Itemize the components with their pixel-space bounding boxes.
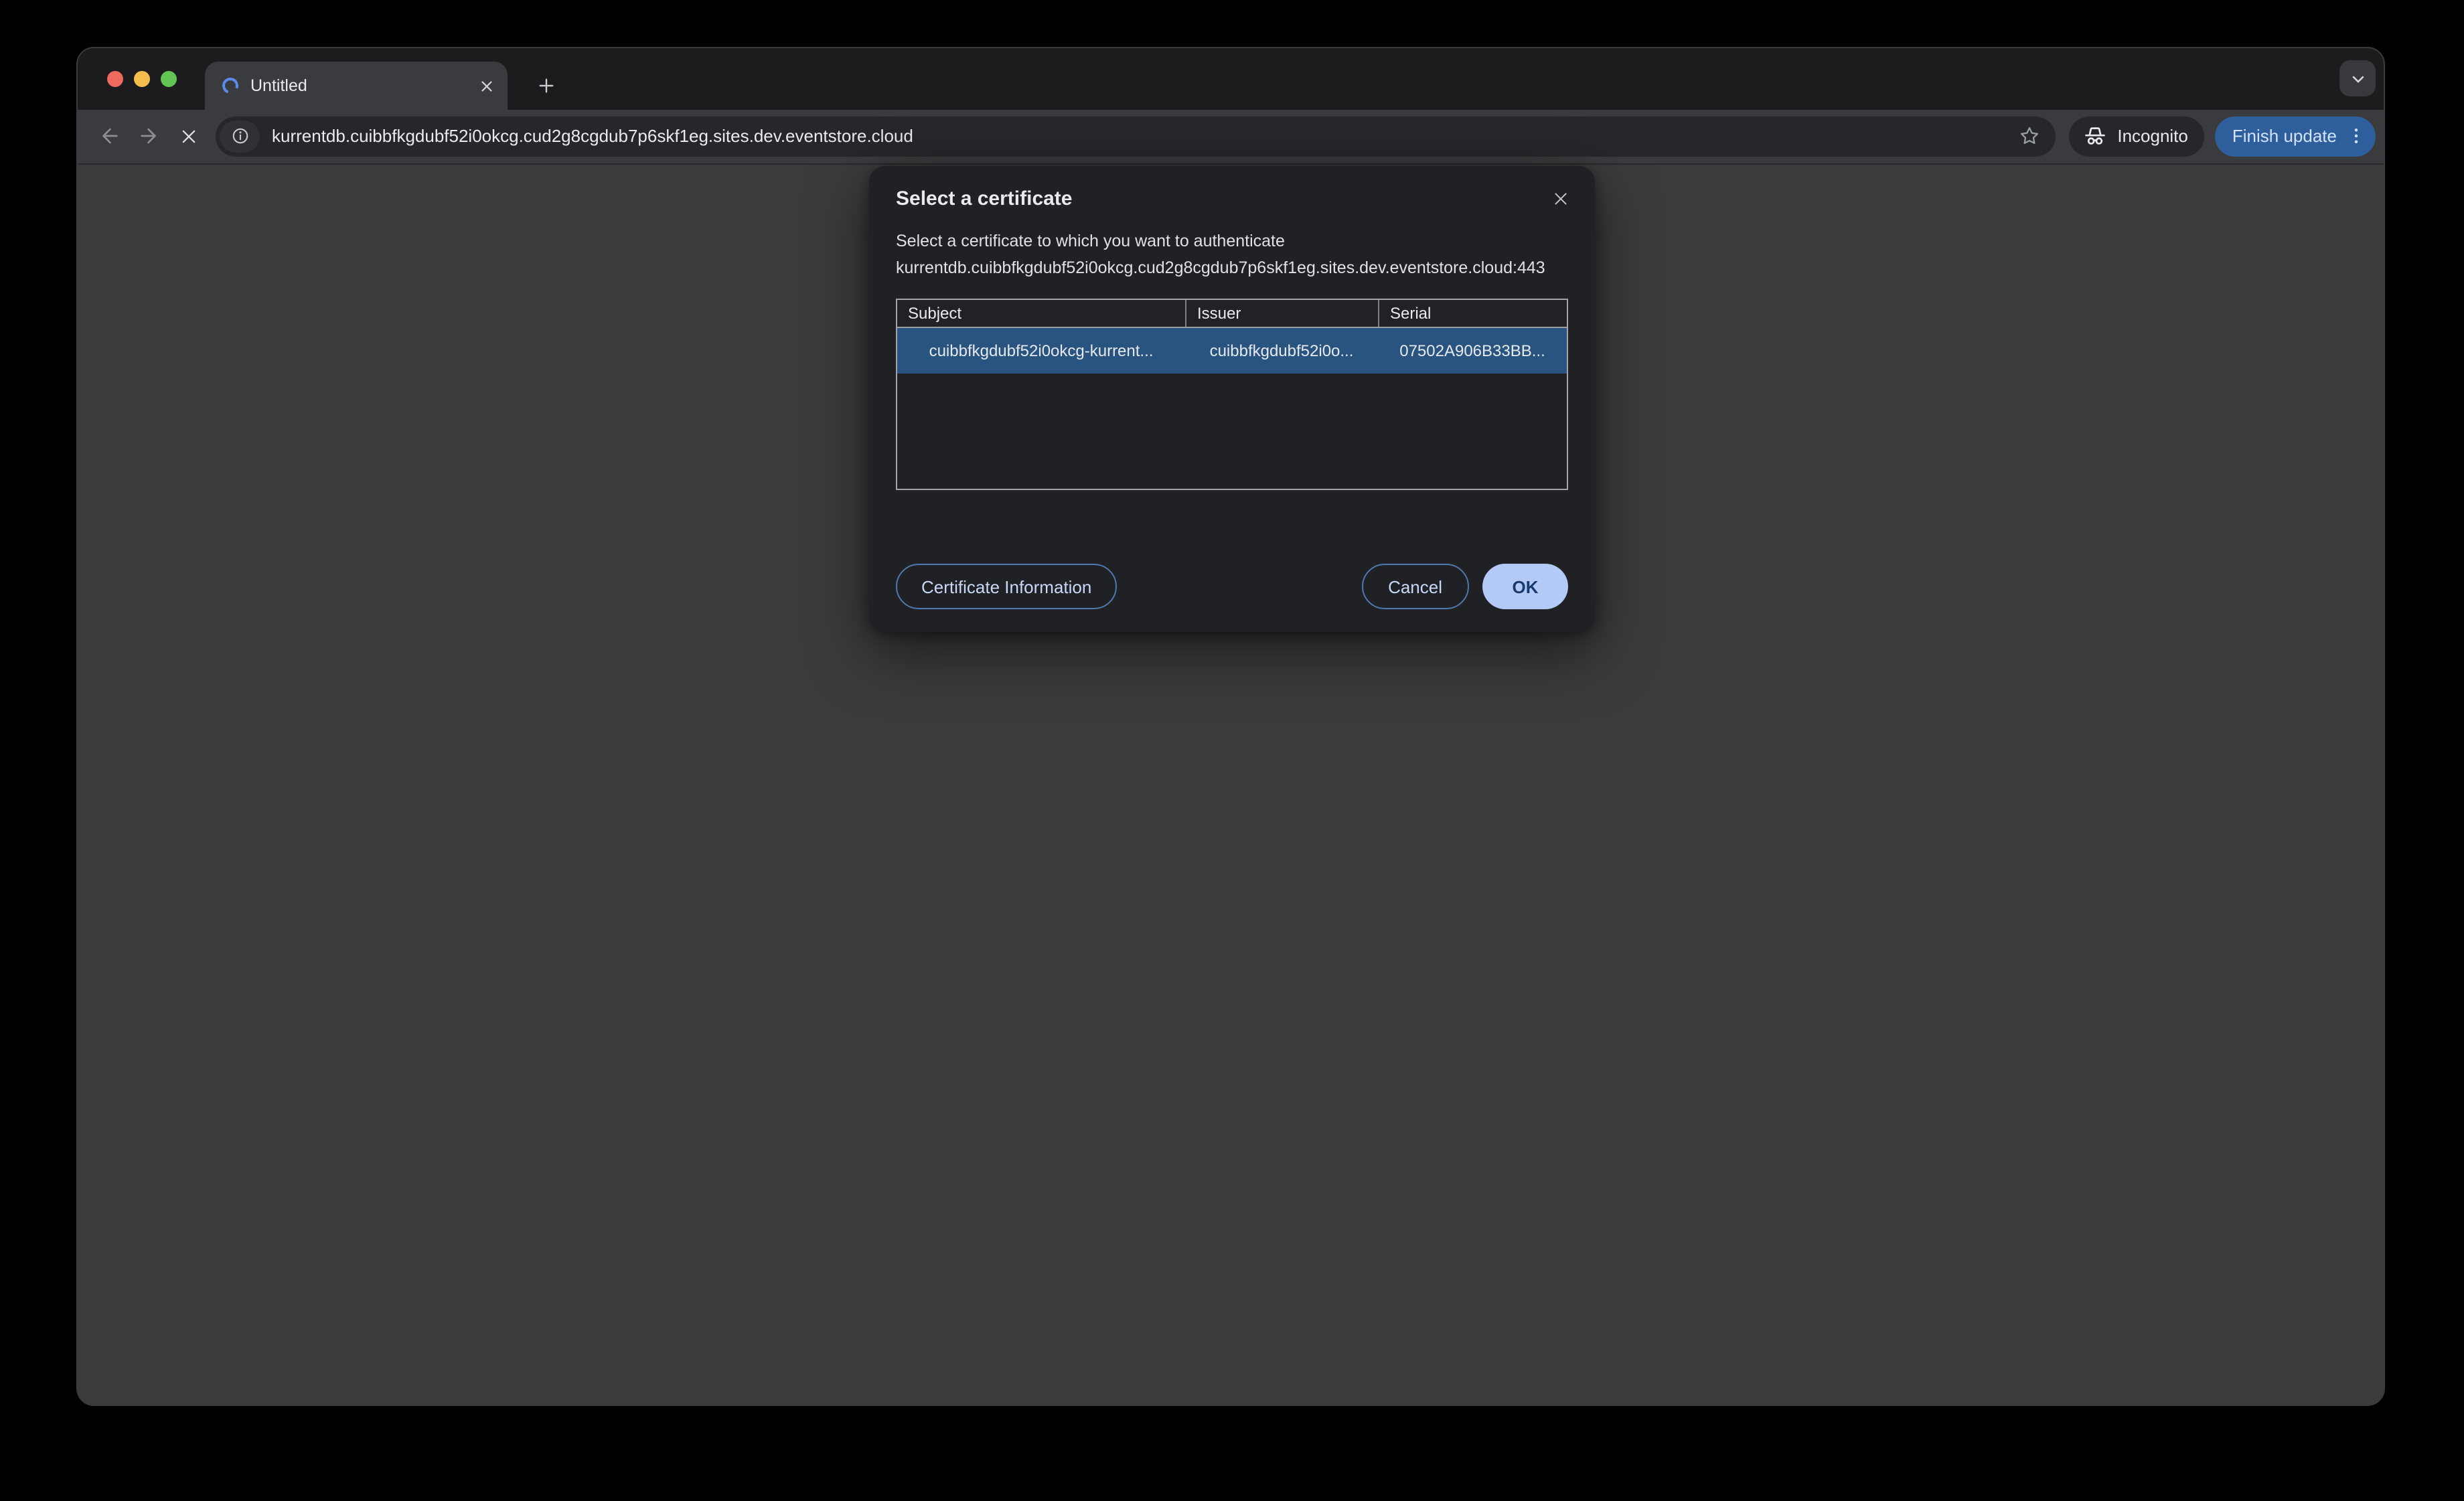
window-controls	[107, 48, 177, 110]
bookmark-star-icon[interactable]	[2014, 121, 2044, 151]
dialog-header: Select a certificate	[896, 187, 1568, 212]
url-text[interactable]: kurrentdb.cuibbfkgdubf52i0okcg.cud2g8cgd…	[272, 126, 2014, 146]
incognito-badge: Incognito	[2069, 116, 2204, 156]
new-tab-button[interactable]	[528, 67, 565, 104]
column-header-subject: Subject	[908, 303, 962, 323]
tab-search-chevron-button[interactable]	[2339, 60, 2376, 96]
forward-button[interactable]	[129, 116, 169, 156]
certificate-issuer: cuibbfkgdubf52i0o...	[1209, 341, 1354, 360]
certificate-row-selected[interactable]: cuibbfkgdubf52i0okcg-kurrent... cuibbfkg…	[897, 327, 1567, 374]
back-button[interactable]	[88, 116, 129, 156]
finish-update-label: Finish update	[2232, 126, 2337, 146]
certificate-subject: cuibbfkgdubf52i0okcg-kurrent...	[929, 341, 1154, 360]
stop-loading-button[interactable]	[169, 116, 209, 156]
close-window-button[interactable]	[107, 71, 123, 87]
incognito-label: Incognito	[2117, 126, 2188, 146]
minimize-window-button[interactable]	[134, 71, 150, 87]
column-header-serial: Serial	[1378, 299, 1567, 327]
tab-close-icon[interactable]	[473, 72, 499, 99]
certificate-serial: 07502A906B33BB...	[1399, 341, 1545, 360]
tab-strip: Untitled	[78, 48, 2384, 110]
zoom-window-button[interactable]	[161, 71, 177, 87]
cancel-button[interactable]: Cancel	[1361, 564, 1469, 609]
address-bar[interactable]: kurrentdb.cuibbfkgdubf52i0okcg.cud2g8cgd…	[216, 116, 2056, 156]
select-certificate-dialog: Select a certificate Select a certificat…	[869, 166, 1595, 632]
incognito-icon	[2085, 127, 2106, 145]
dialog-message: Select a certificate to which you want t…	[896, 232, 1545, 278]
dialog-footer: Certificate Information Cancel OK	[896, 564, 1568, 609]
browser-toolbar: kurrentdb.cuibbfkgdubf52i0okcg.cud2g8cgd…	[78, 110, 2384, 165]
finish-update-button[interactable]: Finish update	[2214, 116, 2376, 156]
browser-menu-kebab-icon[interactable]	[2341, 121, 2370, 151]
dialog-title: Select a certificate	[896, 187, 1073, 210]
certificate-information-button[interactable]: Certificate Information	[896, 564, 1118, 609]
certificate-table: Subject Issuer Serial cuibbfkgdubf52i0ok…	[896, 298, 1568, 490]
certificate-table-empty-area[interactable]	[897, 373, 1567, 489]
desktop-background: Untitled kurrentdb.cuibbfkgdubf52i0okcg.…	[0, 0, 2464, 1501]
column-header-issuer: Issuer	[1185, 299, 1378, 327]
certificate-table-header: Subject Issuer Serial	[897, 299, 1567, 328]
browser-window: Untitled kurrentdb.cuibbfkgdubf52i0okcg.…	[78, 48, 2384, 1405]
page-content: Select a certificate Select a certificat…	[78, 165, 2384, 1405]
ok-button[interactable]: OK	[1482, 564, 1568, 609]
dialog-close-icon[interactable]	[1547, 185, 1573, 212]
tab-loading-spinner-icon	[220, 75, 241, 96]
tab-title: Untitled	[250, 76, 307, 95]
site-info-button[interactable]	[220, 120, 260, 152]
browser-tab[interactable]: Untitled	[205, 62, 508, 110]
